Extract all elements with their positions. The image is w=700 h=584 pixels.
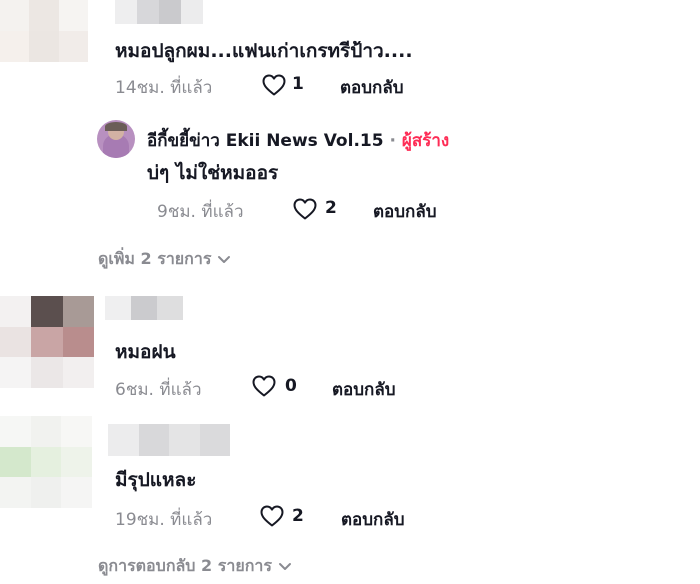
like-count: 0 [285,376,297,396]
creator-username[interactable]: อีกี้ขยี้ข่าว Ekii News Vol.15 [147,131,384,151]
like-count: 1 [292,74,304,94]
reply-button[interactable]: ตอบกลับ [341,506,405,533]
creator-avatar[interactable] [97,120,135,158]
reply-time: 9ชม. ที่แล้ว [157,202,244,222]
like-button[interactable] [251,374,277,402]
like-count: 2 [292,506,304,526]
like-button[interactable] [261,73,287,101]
creator-badge: ผู้สร้าง [401,131,450,151]
chevron-down-icon [218,255,231,263]
reply-button[interactable]: ตอบกลับ [340,74,404,101]
comment-text: หมอฝน [115,341,176,363]
avatar[interactable] [0,296,94,388]
avatar[interactable] [0,416,92,508]
username-blurred[interactable] [108,424,230,456]
reply-reply-button[interactable]: ตอบกลับ [373,198,437,225]
comment-time: 14ชม. ที่แล้ว [115,78,213,98]
like-button[interactable] [259,504,285,532]
view-replies[interactable]: ดูการตอบกลับ 2 รายการ [98,554,292,579]
heart-outline-icon [262,74,286,96]
comment-time: 6ชม. ที่แล้ว [115,380,202,400]
username-blurred[interactable] [105,296,183,320]
heart-outline-icon [293,198,317,220]
reply-like-button[interactable] [292,197,318,225]
comment-time: 19ชม. ที่แล้ว [115,510,213,530]
avatar[interactable] [0,0,88,62]
heart-outline-icon [260,505,284,527]
reply-header: อีกี้ขยี้ข่าว Ekii News Vol.15 · ผู้สร้า… [147,127,449,154]
heart-outline-icon [252,375,276,397]
reply-button[interactable]: ตอบกลับ [332,376,396,403]
comment-text: มีรุปแหละ [115,469,197,491]
username-blurred[interactable] [115,0,203,24]
comment-text: หมอปลูกผม...แฟนเก่าเกรทรีป้าว.... [115,40,413,62]
separator: · [389,131,396,151]
chevron-down-icon [278,562,291,570]
reply-like-count: 2 [325,198,337,218]
view-more-label: ดูเพิ่ม 2 รายการ [98,249,212,268]
view-replies-label: ดูการตอบกลับ 2 รายการ [98,556,272,575]
view-more-replies[interactable]: ดูเพิ่ม 2 รายการ [98,247,231,272]
reply-text: บ่ๆ ไม่ใช่หมออร [147,162,279,184]
